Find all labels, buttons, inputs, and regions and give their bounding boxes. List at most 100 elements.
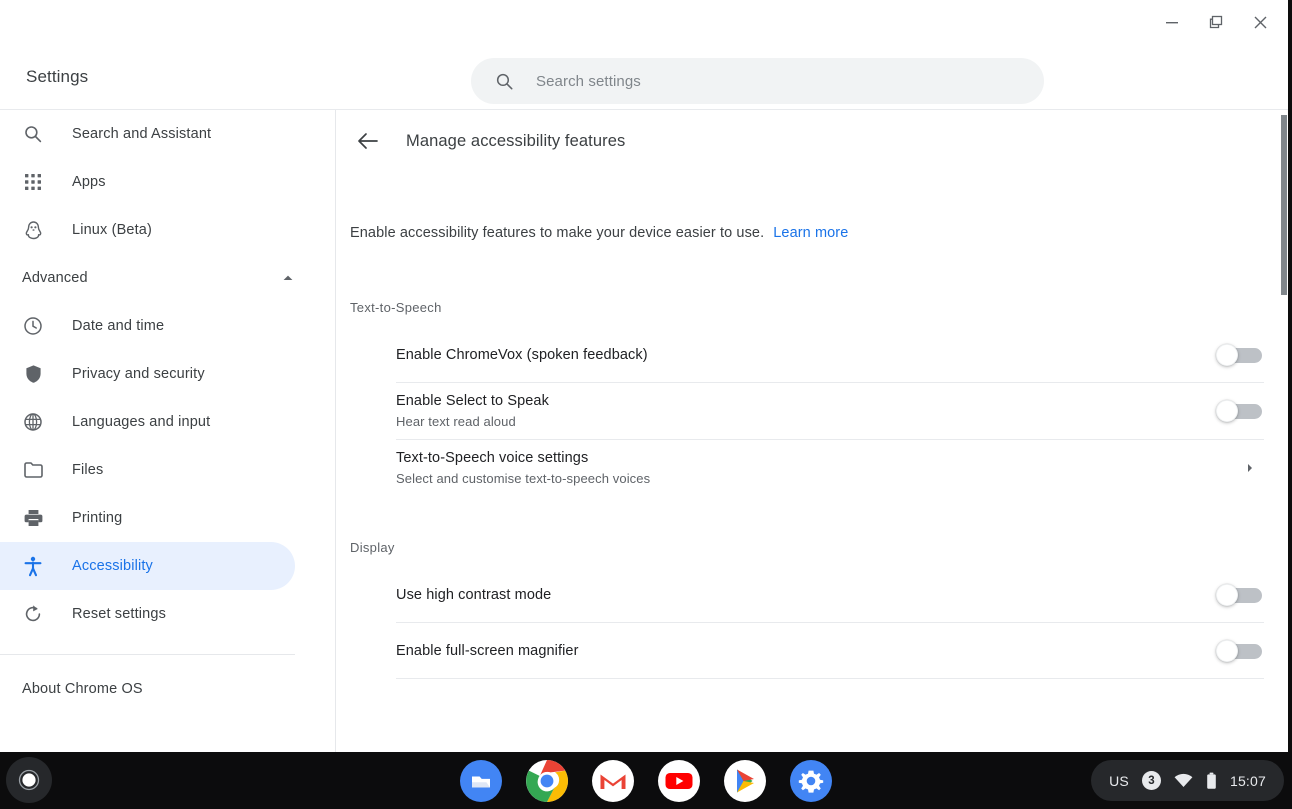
search-input[interactable]: Search settings	[471, 58, 1044, 104]
sidebar-item-files[interactable]: Files	[0, 446, 295, 494]
restore-button[interactable]	[1194, 2, 1238, 42]
shelf-app-chrome[interactable]	[525, 759, 569, 803]
close-icon	[1253, 15, 1268, 30]
files-icon	[459, 759, 503, 803]
accessibility-icon	[22, 555, 44, 577]
row-sublabel: Select and customise text-to-speech voic…	[396, 471, 1244, 486]
status-area[interactable]: US 3 15:07	[1091, 760, 1284, 801]
sidebar-item-label: Languages and input	[72, 414, 210, 430]
globe-icon	[22, 411, 44, 433]
settings-window: Settings Search settings	[0, 0, 1288, 752]
gmail-icon	[591, 759, 635, 803]
back-button[interactable]	[350, 123, 386, 159]
locale-indicator: US	[1109, 773, 1129, 789]
intro-text-block: Enable accessibility features to make yo…	[336, 225, 1288, 241]
chevron-up-icon	[281, 271, 295, 285]
folder-icon	[22, 459, 44, 481]
sidebar-item-label: About Chrome OS	[22, 681, 143, 697]
window-controls	[1150, 0, 1282, 44]
minimize-button[interactable]	[1150, 2, 1194, 42]
youtube-icon	[657, 759, 701, 803]
wifi-icon	[1174, 773, 1193, 788]
close-button[interactable]	[1238, 2, 1282, 42]
row-label: Text-to-Speech voice settings	[396, 450, 1244, 466]
row-use-high-contrast-mode[interactable]: Use high contrast mode	[396, 567, 1264, 623]
sidebar-item-about-chrome-os[interactable]: About Chrome OS	[0, 665, 335, 713]
page-header: Manage accessibility features	[336, 110, 1288, 172]
vertical-scrollbar[interactable]	[1281, 115, 1287, 295]
screen: Settings Search settings	[0, 0, 1292, 809]
row-enable-full-screen-magnifier[interactable]: Enable full-screen magnifier	[396, 623, 1264, 679]
sidebar-item-privacy-and-security[interactable]: Privacy and security	[0, 350, 295, 398]
row-label: Use high contrast mode	[396, 587, 1216, 603]
sidebar-item-printing[interactable]: Printing	[0, 494, 295, 542]
notification-badge: 3	[1142, 771, 1161, 790]
shield-icon	[22, 363, 44, 385]
sidebar-item-label: Linux (Beta)	[72, 222, 152, 238]
row-texts: Enable ChromeVox (spoken feedback)	[396, 347, 1216, 363]
sidebar-divider	[0, 654, 295, 655]
toggle-knob	[1216, 400, 1238, 422]
select-to-speak-toggle[interactable]	[1216, 400, 1262, 422]
learn-more-link[interactable]: Learn more	[773, 225, 848, 241]
search-icon	[22, 123, 44, 145]
clock-icon	[22, 315, 44, 337]
sidebar-item-languages-and-input[interactable]: Languages and input	[0, 398, 295, 446]
window-titlebar	[0, 0, 1288, 44]
reset-icon	[22, 603, 44, 625]
sidebar-item-linux-beta[interactable]: Linux (Beta)	[0, 206, 295, 254]
toggle-knob	[1216, 584, 1238, 606]
row-enable-chromevox[interactable]: Enable ChromeVox (spoken feedback)	[396, 327, 1264, 383]
shelf: US 3 15:07	[0, 752, 1292, 809]
sidebar-item-label: Apps	[72, 174, 106, 190]
sidebar-item-label: Privacy and security	[72, 366, 205, 382]
shelf-app-youtube[interactable]	[657, 759, 701, 803]
section-text-to-speech: Text-to-Speech Enable ChromeVox (spoken …	[336, 300, 1288, 496]
main-content: Manage accessibility features Enable acc…	[336, 110, 1288, 752]
row-texts: Enable full-screen magnifier	[396, 643, 1216, 659]
sidebar-item-label: Search and Assistant	[72, 126, 211, 142]
sidebar-item-reset-settings[interactable]: Reset settings	[0, 590, 295, 638]
apps-grid-icon	[22, 171, 44, 193]
sidebar-item-label: Printing	[72, 510, 122, 526]
high-contrast-toggle[interactable]	[1216, 584, 1262, 606]
chevron-right-icon[interactable]	[1244, 462, 1256, 474]
shelf-app-files[interactable]	[459, 759, 503, 803]
row-enable-select-to-speak[interactable]: Enable Select to Speak Hear text read al…	[396, 383, 1264, 440]
sidebar-group-label: Advanced	[22, 270, 281, 286]
row-tts-voice-settings[interactable]: Text-to-Speech voice settings Select and…	[396, 440, 1264, 496]
sidebar-item-search-and-assistant[interactable]: Search and Assistant	[0, 110, 295, 158]
sidebar: Search and Assistant	[0, 110, 336, 752]
section-rows: Use high contrast mode Enable full-scree…	[396, 567, 1264, 679]
shelf-app-play-store[interactable]	[723, 759, 767, 803]
shelf-app-settings[interactable]	[789, 759, 833, 803]
battery-icon	[1206, 772, 1217, 790]
chromevox-toggle[interactable]	[1216, 344, 1262, 366]
sidebar-group-advanced[interactable]: Advanced	[0, 254, 335, 302]
full-screen-magnifier-toggle[interactable]	[1216, 640, 1262, 662]
minimize-icon	[1165, 15, 1179, 29]
sidebar-item-label: Date and time	[72, 318, 164, 334]
content-scroll-area: Manage accessibility features Enable acc…	[336, 110, 1288, 679]
search-icon	[495, 72, 514, 91]
sidebar-item-apps[interactable]: Apps	[0, 158, 295, 206]
section-display: Display Use high contrast mode	[336, 540, 1288, 679]
row-texts: Use high contrast mode	[396, 587, 1216, 603]
row-texts: Text-to-Speech voice settings Select and…	[396, 450, 1244, 486]
back-arrow-icon	[357, 132, 379, 150]
sidebar-item-accessibility[interactable]: Accessibility	[0, 542, 295, 590]
app-title: Settings	[26, 44, 88, 110]
row-sublabel: Hear text read aloud	[396, 414, 1216, 429]
settings-header: Settings Search settings	[0, 44, 1288, 110]
restore-icon	[1208, 14, 1224, 30]
sidebar-item-date-and-time[interactable]: Date and time	[0, 302, 295, 350]
scrollbar-track[interactable]	[1280, 110, 1288, 752]
settings-body: Search and Assistant	[0, 110, 1288, 752]
toggle-knob	[1216, 344, 1238, 366]
page-title: Manage accessibility features	[406, 132, 625, 151]
linux-penguin-icon	[22, 219, 44, 241]
row-label: Enable full-screen magnifier	[396, 643, 1216, 659]
shelf-app-gmail[interactable]	[591, 759, 635, 803]
clock-time: 15:07	[1230, 773, 1266, 789]
sidebar-item-label: Accessibility	[72, 558, 153, 574]
